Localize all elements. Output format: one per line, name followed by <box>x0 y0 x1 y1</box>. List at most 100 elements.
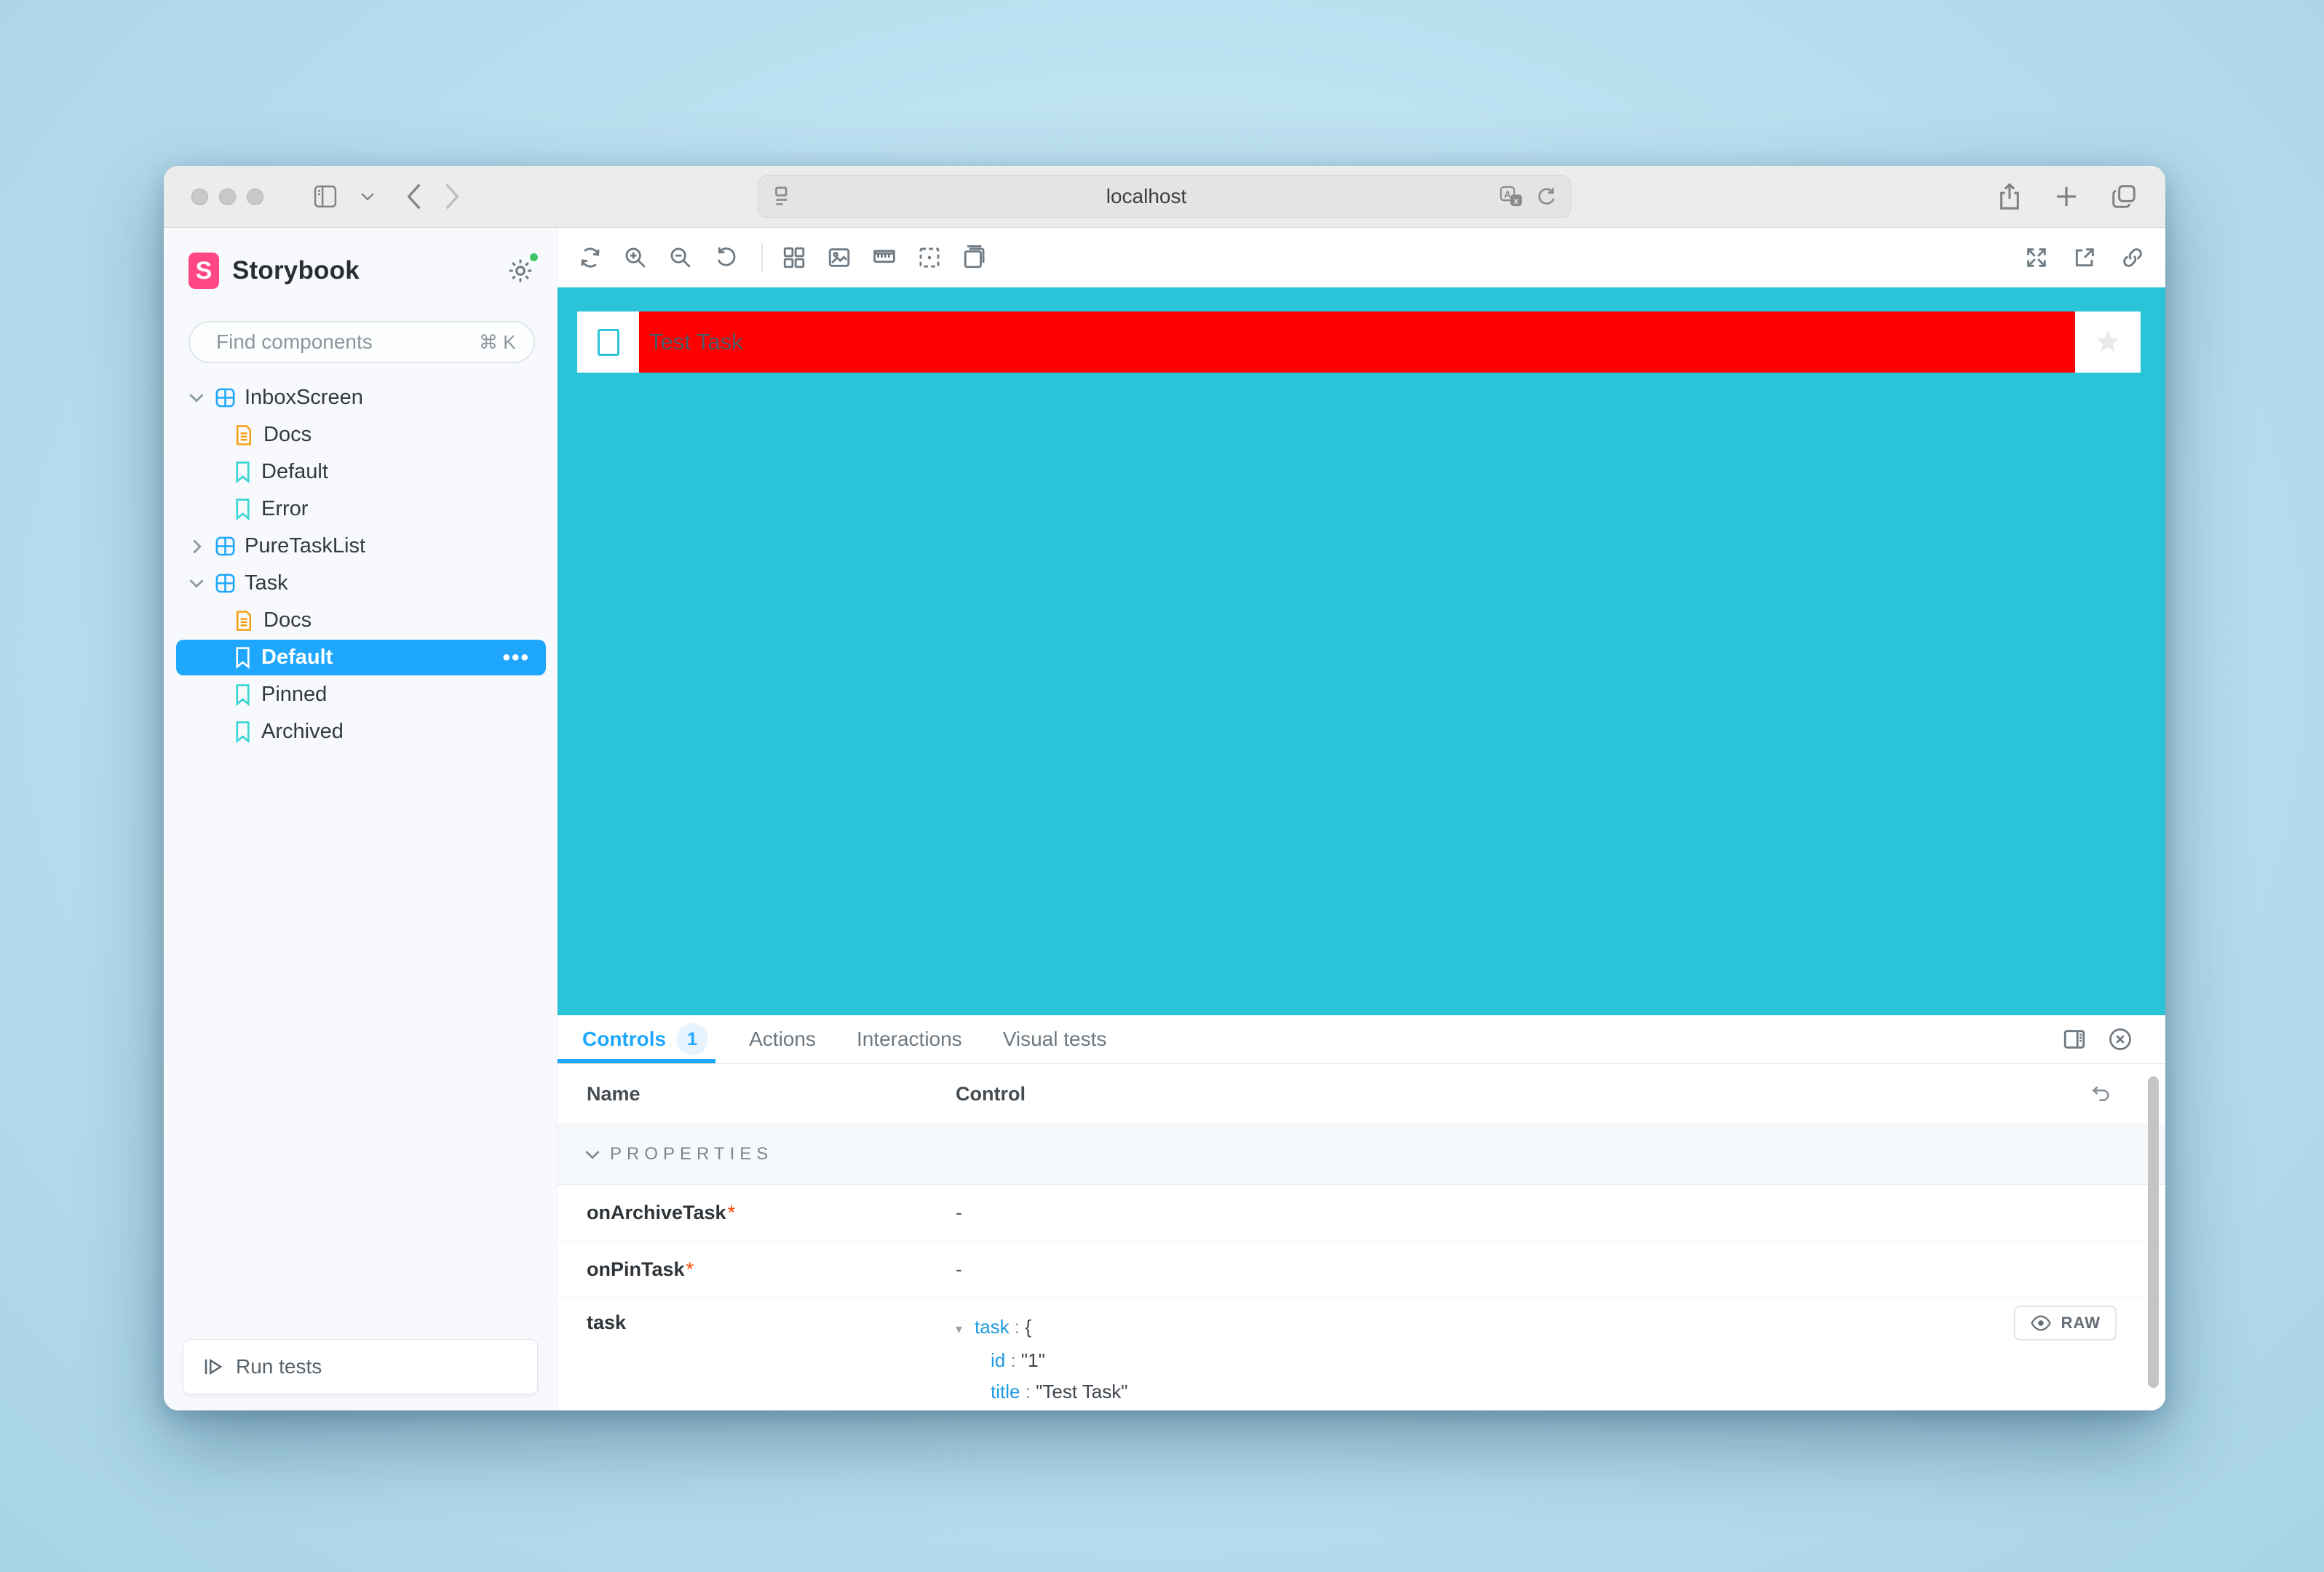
json-entry[interactable]: title : "Test Task" <box>956 1376 1178 1408</box>
task-object-editor[interactable]: ▾task : { id : "1" title : "Test Task" s… <box>956 1311 1178 1410</box>
table-row-task: task ▾task : { id : "1" title : "Test Ta… <box>558 1298 2165 1410</box>
component-tree: InboxScreen Docs Default Error Pu <box>164 363 557 1339</box>
tree-label: InboxScreen <box>245 386 363 410</box>
json-entry[interactable]: state : "TASK_INBOX" <box>956 1408 1178 1410</box>
remount-icon[interactable] <box>578 245 603 270</box>
sidebar-item-task-docs[interactable]: Docs <box>164 602 557 639</box>
address-bar[interactable]: localhost A x <box>758 175 1571 218</box>
tree-label: Docs <box>263 423 312 447</box>
reset-controls-icon[interactable] <box>2090 1082 2113 1105</box>
fullscreen-icon[interactable] <box>2024 245 2049 270</box>
control-column-header: Control <box>956 1083 1026 1105</box>
chevron-right-icon[interactable] <box>187 539 206 554</box>
new-tab-icon[interactable] <box>2053 183 2079 210</box>
tree-label: PureTaskList <box>245 534 365 558</box>
docs-icon <box>234 610 254 632</box>
component-icon <box>214 535 237 557</box>
chevron-down-icon[interactable] <box>187 393 206 402</box>
tree-label: Docs <box>263 608 312 632</box>
tree-label: Default <box>261 646 333 670</box>
search-input[interactable] <box>216 330 479 354</box>
svg-text:A: A <box>1504 188 1512 199</box>
settings-button[interactable] <box>506 256 535 285</box>
eye-icon <box>2030 1314 2052 1332</box>
panel-scrollbar[interactable] <box>2148 1076 2159 1388</box>
open-new-tab-icon[interactable] <box>2072 245 2097 270</box>
task-checkbox[interactable] <box>598 329 619 356</box>
window-controls <box>191 188 263 205</box>
zoom-window-button[interactable] <box>247 188 263 205</box>
tab-visual-tests[interactable]: Visual tests <box>1003 1015 1107 1063</box>
forward-button-icon[interactable] <box>444 183 460 210</box>
json-root-line[interactable]: ▾task : { <box>956 1311 1178 1345</box>
back-button-icon[interactable] <box>406 183 422 210</box>
json-key: title <box>991 1381 1020 1402</box>
run-tests-icon <box>202 1356 224 1378</box>
tab-label: Interactions <box>857 1028 962 1051</box>
measure-icon[interactable] <box>872 245 897 270</box>
chevron-down-icon[interactable] <box>187 579 206 588</box>
sidebar-item-puretasklist[interactable]: PureTaskList <box>164 528 557 565</box>
zoom-in-icon[interactable] <box>623 245 648 270</box>
minimize-window-button[interactable] <box>219 188 236 205</box>
sidebar-menu-chevron-icon[interactable] <box>361 192 374 201</box>
tree-label: Archived <box>261 720 344 744</box>
close-window-button[interactable] <box>191 188 208 205</box>
table-row: onPinTask* - <box>558 1242 2165 1298</box>
run-tests-button[interactable]: Run tests <box>183 1339 538 1394</box>
properties-section-row[interactable]: PROPERTIES <box>558 1124 2165 1185</box>
run-tests-label: Run tests <box>236 1355 322 1378</box>
json-value[interactable]: "1" <box>1021 1349 1045 1371</box>
search-box[interactable]: ⌘ K <box>189 321 535 363</box>
outline-icon[interactable] <box>917 245 942 270</box>
sidebar-item-inboxscreen-error[interactable]: Error <box>164 491 557 528</box>
translate-icon[interactable]: A x <box>1499 185 1524 208</box>
tab-interactions[interactable]: Interactions <box>857 1015 962 1063</box>
tab-controls[interactable]: Controls 1 <box>582 1015 708 1063</box>
viewport-icon[interactable] <box>962 245 987 270</box>
sidebar-item-inboxscreen-default[interactable]: Default <box>164 453 557 491</box>
collapse-caret-icon[interactable]: ▾ <box>956 1314 975 1345</box>
zoom-out-icon[interactable] <box>668 245 693 270</box>
share-icon[interactable] <box>1996 181 2023 212</box>
prop-name: onPinTask <box>587 1258 685 1280</box>
url-text[interactable]: localhost <box>794 185 1499 208</box>
background-icon[interactable] <box>827 245 852 270</box>
prop-control-value: - <box>956 1202 962 1224</box>
task-component <box>577 311 2141 373</box>
task-title-input[interactable] <box>639 329 2075 355</box>
sidebar-item-inboxscreen[interactable]: InboxScreen <box>164 379 557 416</box>
component-icon <box>214 386 237 409</box>
tab-actions[interactable]: Actions <box>749 1015 816 1063</box>
pin-star-icon[interactable] <box>2093 328 2122 357</box>
json-key: id <box>991 1349 1005 1371</box>
copy-link-icon[interactable] <box>2120 245 2145 270</box>
sidebar-item-inboxscreen-docs[interactable]: Docs <box>164 416 557 453</box>
panel-position-icon[interactable] <box>2062 1027 2087 1052</box>
brand-title: Storybook <box>232 256 360 285</box>
close-panel-icon[interactable] <box>2107 1026 2133 1052</box>
canvas-toolbar <box>558 228 2165 287</box>
titlebar-right-buttons <box>1996 181 2138 212</box>
item-menu-icon[interactable]: ••• <box>502 646 530 670</box>
sidebar-item-task[interactable]: Task <box>164 565 557 602</box>
browser-titlebar: localhost A x <box>164 166 2165 228</box>
tab-overview-icon[interactable] <box>2110 183 2138 210</box>
reader-view-icon[interactable] <box>772 184 794 209</box>
raw-toggle-button[interactable]: RAW <box>2014 1306 2117 1341</box>
json-key: task <box>975 1316 1010 1338</box>
search-shortcut: ⌘ K <box>479 331 516 354</box>
sidebar-item-task-default-selected[interactable]: Default ••• <box>176 640 546 675</box>
story-bookmark-icon <box>234 646 252 669</box>
sidebar-toggle-icon[interactable] <box>312 184 339 209</box>
reload-icon[interactable] <box>1536 185 1558 208</box>
reset-zoom-icon[interactable] <box>713 245 738 270</box>
sidebar-item-task-pinned[interactable]: Pinned <box>164 676 557 713</box>
json-value[interactable]: "Test Task" <box>1036 1381 1127 1402</box>
storybook-logo: S <box>189 253 219 289</box>
json-entry[interactable]: id : "1" <box>956 1345 1178 1376</box>
component-icon <box>214 572 237 595</box>
storybook-sidebar: S Storybook ⌘ K <box>164 228 558 1410</box>
sidebar-item-task-archived[interactable]: Archived <box>164 713 557 750</box>
grid-toggle-icon[interactable] <box>782 245 806 270</box>
